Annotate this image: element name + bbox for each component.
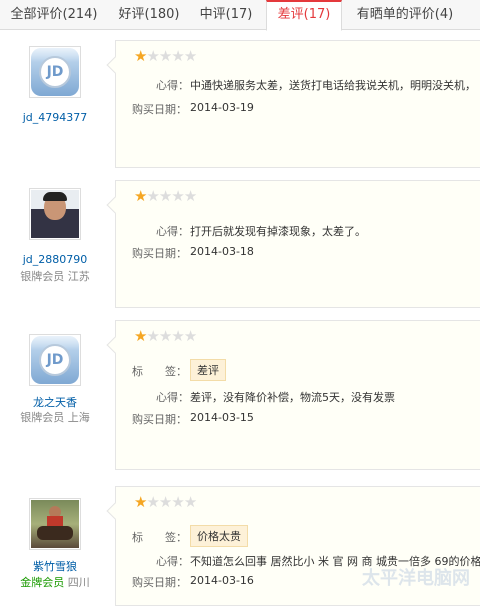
- review-tag[interactable]: 差评: [190, 359, 226, 381]
- tab-all[interactable]: 全部评价(214): [0, 0, 108, 30]
- comment-text: 中通快递服务太差，送货打电话给我说关机，明明没关机，: [190, 77, 476, 93]
- star-empty-icon: ★: [171, 49, 184, 63]
- member-level: 金牌会员: [20, 576, 64, 589]
- review-tag[interactable]: 价格太贵: [190, 525, 248, 547]
- star-empty-icon: ★: [159, 329, 172, 343]
- avatar[interactable]: [29, 188, 81, 240]
- review-content-box: ★★★★★ 标 签： 差评 心得： 差评，没有降价补偿，物流5天，没有发票 购买…: [115, 320, 480, 470]
- star-filled-icon: ★: [134, 49, 147, 63]
- date-label: 购买日期：: [132, 101, 187, 117]
- review-item: jd_2880790 银牌会员 江苏 ★★★★★ 心得： 打开后就发现有掉漆现象…: [0, 172, 480, 312]
- comment-label: 心得：: [156, 223, 189, 239]
- avatar[interactable]: JD: [29, 334, 81, 386]
- review-filter-tabs: 全部评价(214) 好评(180) 中评(17) 差评(17) 有晒单的评价(4…: [0, 0, 480, 30]
- star-rating: ★★★★★: [134, 495, 196, 509]
- tag-label: 标 签：: [132, 529, 187, 545]
- member-location: 江苏: [68, 270, 90, 283]
- member-level: 银牌会员: [20, 270, 64, 283]
- tab-positive[interactable]: 好评(180): [108, 0, 190, 30]
- purchase-date: 2014-03-18: [190, 245, 254, 258]
- user-name[interactable]: 紫竹雪狼: [0, 558, 110, 574]
- avatar[interactable]: JD: [29, 46, 81, 98]
- star-empty-icon: ★: [146, 49, 159, 63]
- star-empty-icon: ★: [146, 189, 159, 203]
- comment-label: 心得：: [156, 389, 189, 405]
- tab-with-photos[interactable]: 有晒单的评价(4): [344, 0, 466, 30]
- star-filled-icon: ★: [134, 329, 147, 343]
- jd-default-avatar-icon: JD: [31, 48, 79, 96]
- jd-default-avatar-icon: JD: [31, 336, 79, 384]
- star-filled-icon: ★: [134, 189, 147, 203]
- star-empty-icon: ★: [146, 495, 159, 509]
- user-level-location: 银牌会员 上海: [0, 409, 110, 425]
- user-level-location: 金牌会员 四川: [0, 574, 110, 590]
- comment-text: 打开后就发现有掉漆现象，太差了。: [190, 223, 366, 239]
- tab-negative[interactable]: 差评(17): [266, 0, 342, 31]
- review-item: JD jd_4794377 ★★★★★ 心得： 中通快递服务太差，送货打电话给我…: [0, 32, 480, 172]
- star-empty-icon: ★: [184, 189, 197, 203]
- purchase-date: 2014-03-15: [190, 411, 254, 424]
- date-label: 购买日期：: [132, 574, 187, 590]
- star-empty-icon: ★: [146, 329, 159, 343]
- user-name[interactable]: jd_4794377: [0, 111, 110, 124]
- star-empty-icon: ★: [184, 329, 197, 343]
- star-empty-icon: ★: [159, 495, 172, 509]
- member-location: 上海: [68, 411, 90, 424]
- star-empty-icon: ★: [184, 49, 197, 63]
- review-content-box: ★★★★★ 心得： 打开后就发现有掉漆现象，太差了。 购买日期： 2014-03…: [115, 180, 480, 308]
- star-empty-icon: ★: [171, 495, 184, 509]
- purchase-date: 2014-03-19: [190, 101, 254, 114]
- comment-label: 心得：: [156, 553, 189, 569]
- star-empty-icon: ★: [159, 189, 172, 203]
- star-rating: ★★★★★: [134, 49, 196, 63]
- comment-label: 心得：: [156, 77, 189, 93]
- star-rating: ★★★★★: [134, 189, 196, 203]
- star-empty-icon: ★: [171, 189, 184, 203]
- purchase-date: 2014-03-16: [190, 574, 254, 587]
- date-label: 购买日期：: [132, 245, 187, 261]
- comment-text: 差评，没有降价补偿，物流5天，没有发票: [190, 389, 395, 405]
- tab-neutral[interactable]: 中评(17): [190, 0, 262, 30]
- star-rating: ★★★★★: [134, 329, 196, 343]
- user-photo-avatar: [31, 190, 79, 238]
- site-watermark: 太平洋电脑网: [362, 564, 470, 590]
- user-level-location: 银牌会员 江苏: [0, 268, 110, 284]
- date-label: 购买日期：: [132, 411, 187, 427]
- review-content-box: ★★★★★ 心得： 中通快递服务太差，送货打电话给我说关机，明明没关机， 购买日…: [115, 40, 480, 168]
- star-empty-icon: ★: [171, 329, 184, 343]
- star-empty-icon: ★: [159, 49, 172, 63]
- star-empty-icon: ★: [184, 495, 197, 509]
- star-filled-icon: ★: [134, 495, 147, 509]
- member-location: 四川: [68, 576, 90, 589]
- member-level: 银牌会员: [20, 411, 64, 424]
- tag-label: 标 签：: [132, 363, 187, 379]
- user-name[interactable]: jd_2880790: [0, 253, 110, 266]
- review-item: JD 龙之天香 银牌会员 上海 ★★★★★ 标 签： 差评 心得： 差评，没有降…: [0, 312, 480, 474]
- user-photo-avatar: [31, 500, 79, 548]
- avatar[interactable]: [29, 498, 81, 550]
- user-name[interactable]: 龙之天香: [0, 394, 110, 410]
